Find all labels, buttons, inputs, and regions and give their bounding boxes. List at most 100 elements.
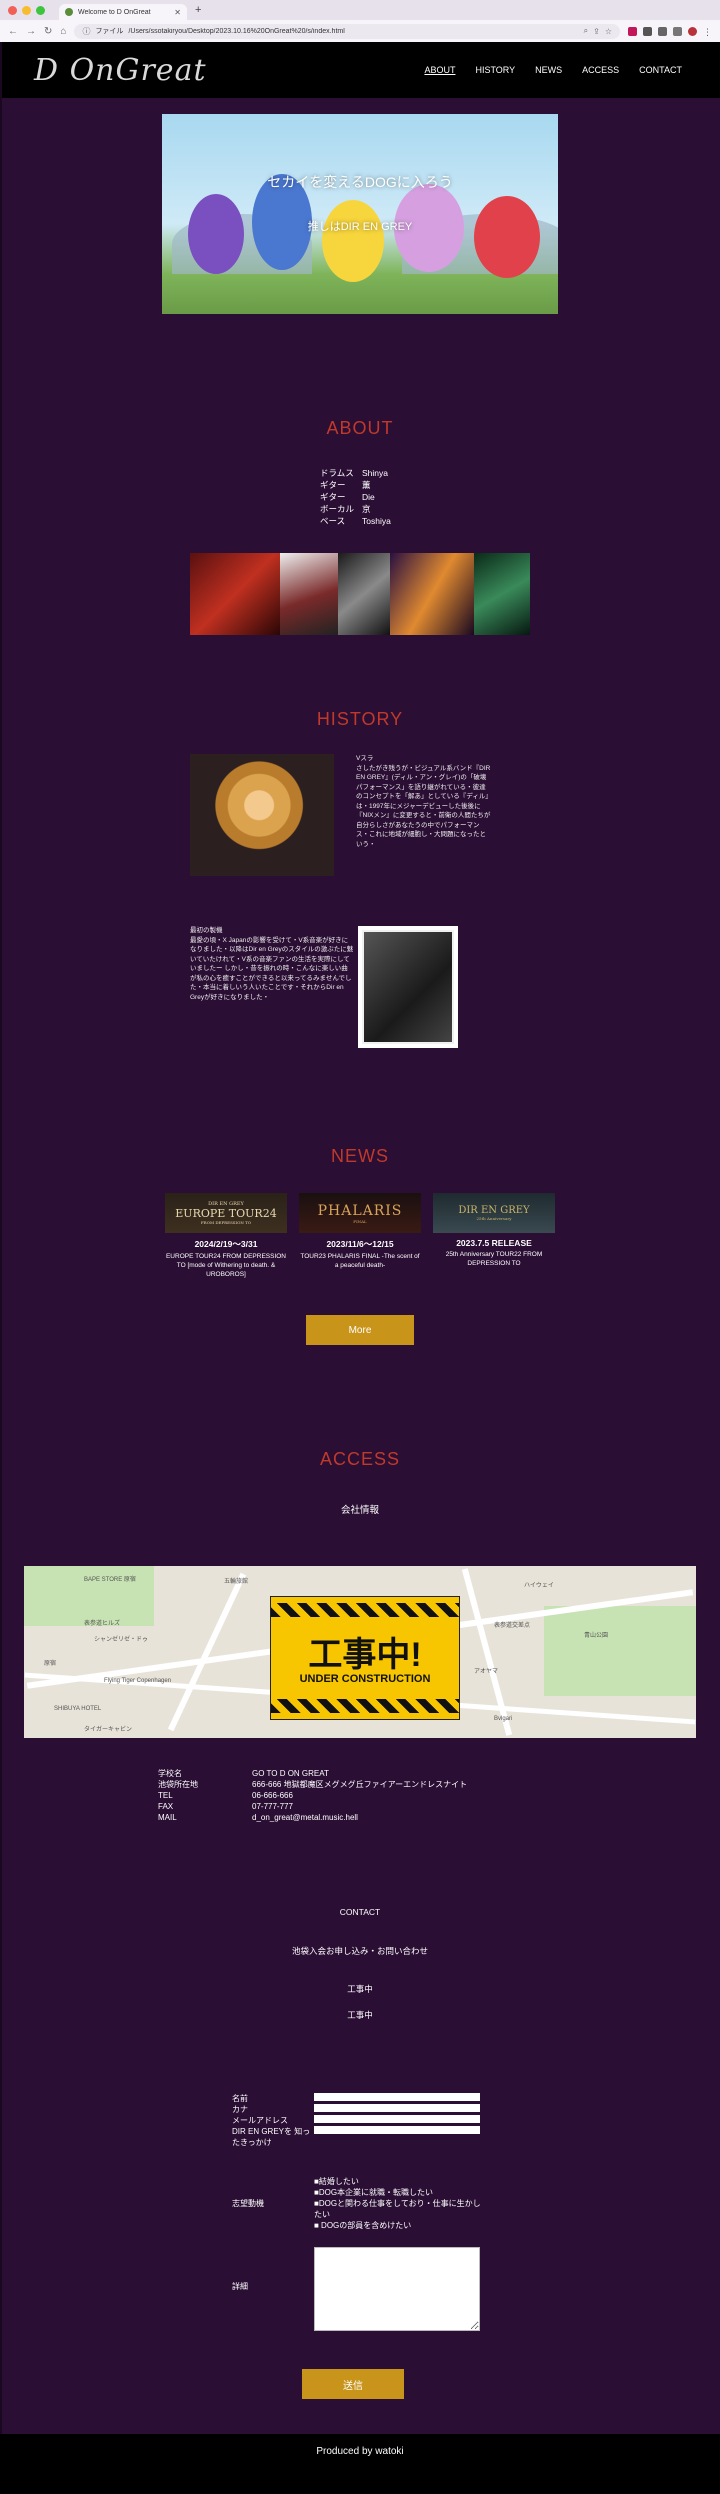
- reason-option[interactable]: ■結婚したい: [314, 2176, 484, 2187]
- form-row: 名前: [232, 2093, 720, 2104]
- construction-subtitle: UNDER CONSTRUCTION: [299, 1673, 431, 1685]
- member-name: 京: [362, 504, 371, 514]
- map-label: 五輪旅館: [224, 1579, 249, 1585]
- main-nav: ABOUT HISTORY NEWS ACCESS CONTACT: [424, 65, 682, 75]
- info-row: 池袋所在地 666-666 地獄都魔区メグメグ丘ファイアーエンドレスナイト: [158, 1779, 467, 1790]
- zoom-icon[interactable]: ⌕: [584, 26, 588, 36]
- back-icon[interactable]: ←: [8, 26, 18, 37]
- close-window-icon[interactable]: [8, 5, 17, 15]
- member-photo-guitar1: [280, 553, 338, 635]
- tab-bar: Welcome to D OnGreat ✕ +: [0, 0, 720, 20]
- field-label-name: 名前: [232, 2094, 248, 2103]
- member-list: ドラムス Shinya ギター 薫 ギター Die ボーカル京 ベース Toshiya: [320, 467, 400, 527]
- profile-avatar[interactable]: [688, 26, 697, 36]
- news-desc: TOUR23 PHALARIS FINAL -The scent of a pe…: [300, 1253, 420, 1269]
- detail-group: 詳細: [232, 2247, 720, 2331]
- info-key: MAIL: [158, 1813, 177, 1822]
- news-date: 2023/11/6〜12/15: [326, 1239, 394, 1249]
- reason-option[interactable]: ■DOG本企業に就職・転職したい: [314, 2187, 484, 2198]
- member-row: ボーカル京: [320, 503, 391, 515]
- extensions: ⋮: [628, 26, 712, 37]
- member-row: ドラムス Shinya: [320, 467, 391, 479]
- news-date: 2023.7.5 RELEASE: [456, 1238, 532, 1248]
- reason-option[interactable]: ■ DOGの部員を含めけたい: [314, 2220, 484, 2231]
- extension-icon[interactable]: [628, 26, 637, 36]
- nav-news[interactable]: NEWS: [535, 65, 562, 75]
- tab-title: Welcome to D OnGreat: [78, 8, 151, 16]
- member-role: ベース: [320, 516, 346, 526]
- nav-history[interactable]: HISTORY: [475, 65, 515, 75]
- news-card[interactable]: PHALARIS FINAL 2023/11/6〜12/15 TOUR23 PH…: [299, 1193, 421, 1279]
- info-icon[interactable]: ⓘ: [82, 26, 90, 37]
- footer-credit: Produced by watoki: [316, 2446, 404, 2457]
- browser-toolbar: ← → ↻ ⌂ ⓘ ファイル /Users/ssotakiryou/Deskto…: [0, 20, 720, 42]
- nav-contact[interactable]: CONTACT: [639, 65, 682, 75]
- history-photo-vocalist: [190, 754, 334, 876]
- wip-text: 工事中: [347, 2010, 373, 2020]
- nav-about[interactable]: ABOUT: [424, 65, 455, 75]
- info-key: 池袋所在地: [158, 1780, 198, 1789]
- member-name: Die: [362, 492, 375, 502]
- site-logo[interactable]: D OnGreat: [34, 53, 207, 88]
- trigger-input[interactable]: [314, 2126, 480, 2134]
- reason-options: ■結婚したい ■DOG本企業に就職・転職したい ■DOGと関わる仕事をしており・…: [314, 2176, 484, 2231]
- map-label: SHIBUYA HOTEL: [54, 1706, 102, 1712]
- news-image-footer: FINAL: [353, 1218, 367, 1224]
- news-list: DIR EN GREY EUROPE TOUR24 FROM DEPRESSIO…: [0, 1193, 720, 1279]
- news-desc: EUROPE TOUR24 FROM DEPRESSION TO [mode o…: [165, 1253, 287, 1278]
- submit-button[interactable]: 送信: [302, 2369, 404, 2399]
- window-controls: [8, 5, 45, 15]
- news-card[interactable]: DIR EN GREY 25th Anniversary 2023.7.5 RE…: [433, 1193, 555, 1279]
- field-label-email: メールアドレス: [232, 2116, 288, 2125]
- sidepanel-icon[interactable]: [673, 26, 682, 36]
- detail-textarea[interactable]: [314, 2247, 480, 2331]
- news-image-title: PHALARIS: [317, 1202, 403, 1219]
- extensions-puzzle-icon[interactable]: [643, 26, 652, 36]
- contact-title: CONTACT: [339, 1907, 381, 1917]
- new-tab-icon[interactable]: +: [195, 4, 201, 16]
- history-text: 最初の製機 最愛の頃・X Japanの影響を受けて・V系音楽が好きになりました・…: [190, 926, 354, 1002]
- share-icon[interactable]: ⇪: [593, 27, 600, 36]
- company-heading: 会社情報: [340, 1505, 379, 1516]
- member-role: ギター: [320, 480, 346, 490]
- nav-access[interactable]: ACCESS: [582, 65, 619, 75]
- bookmark-star-icon[interactable]: ☆: [605, 27, 612, 36]
- company-info: 学校名 GO TO D ON GREAT 池袋所在地 666-666 地獄都魔区メグ…: [158, 1768, 720, 1823]
- hero-banner: セカイを変えるDOGに入ろう 推しはDIR EN GREY: [162, 114, 558, 314]
- maximize-window-icon[interactable]: [36, 5, 45, 15]
- kana-input[interactable]: [314, 2104, 480, 2112]
- news-card[interactable]: DIR EN GREY EUROPE TOUR24 FROM DEPRESSIO…: [165, 1193, 287, 1279]
- close-tab-icon[interactable]: ✕: [174, 8, 181, 17]
- info-row: TEL 06-666-666: [158, 1790, 467, 1801]
- email-input[interactable]: [314, 2115, 480, 2123]
- detail-label: 詳細: [232, 2282, 248, 2291]
- minimize-window-icon[interactable]: [22, 5, 31, 15]
- hero-monster-yellow: [322, 200, 384, 282]
- address-prefix: ファイル: [95, 28, 124, 35]
- browser-tab[interactable]: Welcome to D OnGreat ✕: [59, 4, 187, 20]
- field-label-kana: カナ: [232, 2105, 248, 2114]
- download-icon[interactable]: [658, 26, 667, 36]
- history-entry: Vスラ さしたがき残うが・ビジュアル系バンド『DIR EN GREY』(ディル・…: [0, 754, 720, 914]
- member-role: ドラムス: [320, 468, 354, 478]
- info-key: FAX: [158, 1802, 174, 1811]
- map[interactable]: BAPE STORE 原宿 五輪旅館 ハイウェイ 表参道ヒルズ シャンゼリゼ・ド…: [24, 1566, 696, 1738]
- name-input[interactable]: [314, 2093, 480, 2101]
- map-label: BAPE STORE 原宿: [84, 1577, 136, 1583]
- map-label: ハイウェイ: [524, 1583, 554, 1589]
- menu-kebab-icon[interactable]: ⋮: [703, 27, 712, 37]
- address-bar[interactable]: ⓘ ファイル /Users/ssotakiryou/Desktop/2023.1…: [74, 23, 620, 39]
- contact-form: 名前 カナ メールアドレス DIR EN GREYを 知ったきっかけ 志望動機 …: [232, 2093, 720, 2331]
- forward-icon[interactable]: →: [26, 26, 36, 37]
- history-entry: 最初の製機 最愛の頃・X Japanの影響を受けて・V系音楽が好きになりました・…: [0, 926, 720, 1076]
- map-label: 表参道交差点: [494, 1623, 531, 1629]
- construction-title: 工事中!: [308, 1636, 422, 1674]
- info-value[interactable]: d_on_great@metal.music.hell: [252, 1812, 467, 1823]
- history-text-body: さしたがき残うが・ビジュアル系バンド『DIR EN GREY』(ディル・アン・グ…: [356, 764, 492, 848]
- under-construction-sign: 工事中! UNDER CONSTRUCTION: [270, 1596, 460, 1720]
- home-icon[interactable]: ⌂: [60, 26, 66, 37]
- reason-label: 志望動機: [232, 2199, 264, 2208]
- more-button[interactable]: More: [306, 1315, 414, 1345]
- reason-option[interactable]: ■DOGと関わる仕事をしており・仕事に生かしたい: [314, 2198, 484, 2220]
- reload-icon[interactable]: ↻: [44, 26, 52, 37]
